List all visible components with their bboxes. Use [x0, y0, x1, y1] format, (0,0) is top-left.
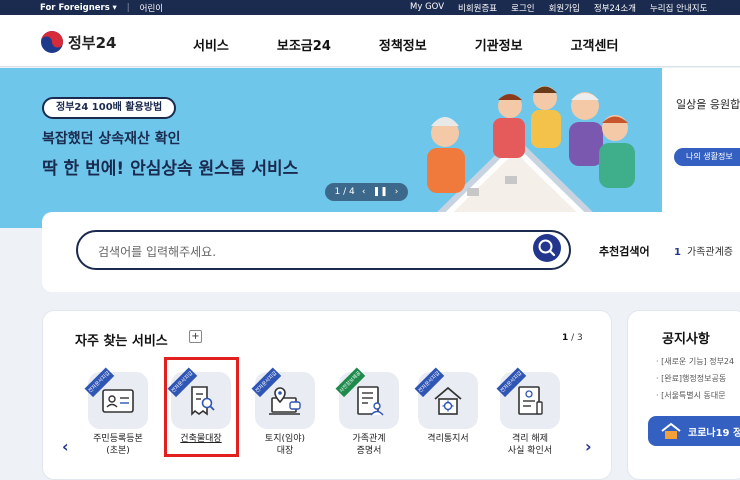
frequent-services-title: 자주 찾는 서비스 — [75, 334, 168, 349]
menu-policy[interactable]: 정책정보 — [379, 35, 427, 54]
service-icon-tile: 전자문서지갑 — [414, 367, 478, 429]
family-house-illustration — [422, 86, 635, 228]
service-quarantine-notice[interactable]: 전자문서지갑 격리통지서 — [413, 367, 483, 445]
search-icon — [538, 239, 556, 257]
hero-line2: 딱 한 번에! 안심상속 원스톱 서비스 — [42, 159, 299, 179]
sitemap-link[interactable]: 누리집 안내지도 — [650, 2, 707, 14]
side-banner-text: 일상을 응원합 — [676, 98, 740, 111]
utility-bar: For Foreigners ▾ | 어린이 My GOV 비회원증표 로그인 … — [0, 0, 740, 15]
notice-item[interactable]: · [새로운 기능] 정부24 — [656, 356, 734, 367]
menu-support[interactable]: 고객센터 — [571, 35, 619, 54]
family-certificate-icon — [357, 385, 384, 415]
search-button[interactable] — [533, 234, 561, 262]
signup-link[interactable]: 회원가입 — [549, 2, 580, 14]
quarantine-house-icon — [434, 386, 462, 415]
global-nav: 정부24 서비스 보조금24 정책정보 기관정보 고객센터 — [0, 15, 740, 67]
service-icon-tile: 전자문서지갑 — [251, 367, 315, 429]
service-resident-registration[interactable]: 전자문서지갑 주민등록등본 (초본) — [83, 367, 153, 457]
divider: | — [126, 3, 130, 13]
more-services-button[interactable]: + — [189, 330, 202, 343]
login-link[interactable]: 로그인 — [511, 2, 534, 14]
recommend-keyword-text: 가족관계증 — [686, 247, 733, 258]
pause-icon[interactable]: ❚❚ — [373, 187, 388, 197]
pager-count: 1 / 4 — [334, 187, 355, 197]
service-label: 주민등록등본 (초본) — [93, 434, 143, 456]
taegeuk-logo-icon — [41, 31, 63, 53]
recommend-rank: 1 — [674, 247, 681, 258]
service-icon-tile: 전자문서지갑 — [496, 367, 560, 429]
corona-banner-text: 코로나19 정 — [688, 428, 740, 439]
services-next-icon[interactable]: › — [585, 437, 592, 456]
services-prev-icon[interactable]: ‹ — [62, 437, 69, 456]
corona-banner-button[interactable]: 코로나19 정 — [648, 416, 740, 446]
hero-pager[interactable]: 1 / 4 ‹ ❚❚ › — [325, 183, 408, 201]
non-member-link[interactable]: 비회원증표 — [458, 2, 497, 14]
life-info-button[interactable]: 나의 생활정보 — [674, 148, 740, 166]
prev-icon[interactable]: ‹ — [362, 187, 366, 197]
hero-banner[interactable]: 정부24 100배 활용방법 복잡했던 상속재산 확인 딱 한 번에! 안심상속… — [0, 68, 662, 228]
notice-item[interactable]: · [완료]행정정보공동 — [656, 373, 726, 384]
menu-agency[interactable]: 기관정보 — [475, 35, 523, 54]
kids-link[interactable]: 어린이 — [140, 2, 163, 14]
service-quarantine-release[interactable]: 전자문서지갑 격리 해제 사실 확인서 — [495, 367, 565, 457]
service-family-relation[interactable]: 사전정보제공 가족관계 증명서 — [334, 367, 404, 457]
main-menu: 서비스 보조금24 정책정보 기관정보 고객센터 — [193, 35, 666, 54]
services-page-indicator: 1 / 3 — [562, 333, 583, 343]
recommend-keyword[interactable]: 1 가족관계증 — [674, 243, 733, 258]
hero-line1: 복잡했던 상속재산 확인 — [42, 131, 181, 147]
for-foreigners-link[interactable]: For Foreigners ▾ — [40, 3, 117, 13]
menu-services[interactable]: 서비스 — [193, 35, 229, 54]
notice-title: 공지사항 — [662, 332, 710, 347]
service-land-register[interactable]: 전자문서지갑 토지(임야) 대장 — [250, 367, 320, 457]
notice-item[interactable]: · [서울특별시 동대문 — [656, 390, 726, 401]
search-placeholder: 검색어를 입력해주세요. — [98, 245, 217, 259]
id-card-icon — [102, 388, 134, 413]
service-label: 격리통지서 — [427, 434, 469, 444]
search-input[interactable]: 검색어를 입력해주세요. — [76, 230, 571, 270]
release-certificate-icon — [518, 385, 543, 415]
service-icon-tile: 전자문서지갑 — [84, 367, 148, 429]
land-map-icon — [269, 386, 301, 415]
service-label: 가족관계 증명서 — [352, 434, 386, 456]
mygov-link[interactable]: My GOV — [410, 2, 444, 14]
selection-highlight — [164, 357, 239, 457]
home-icon — [661, 422, 681, 439]
home-logo[interactable]: 정부24 — [40, 30, 116, 54]
service-label: 토지(임야) 대장 — [264, 434, 306, 456]
logo-text: 정부24 — [68, 33, 117, 52]
about-link[interactable]: 정부24소개 — [594, 2, 636, 14]
next-icon[interactable]: › — [395, 187, 399, 197]
service-icon-tile: 사전정보제공 — [335, 367, 399, 429]
hero-pill: 정부24 100배 활용방법 — [42, 97, 177, 119]
side-banner[interactable]: 일상을 응원합 나의 생활정보 — [662, 68, 740, 228]
service-label: 격리 해제 사실 확인서 — [507, 434, 553, 456]
recommend-label: 추천검색어 — [599, 245, 650, 258]
menu-subsidy[interactable]: 보조금24 — [277, 35, 331, 54]
